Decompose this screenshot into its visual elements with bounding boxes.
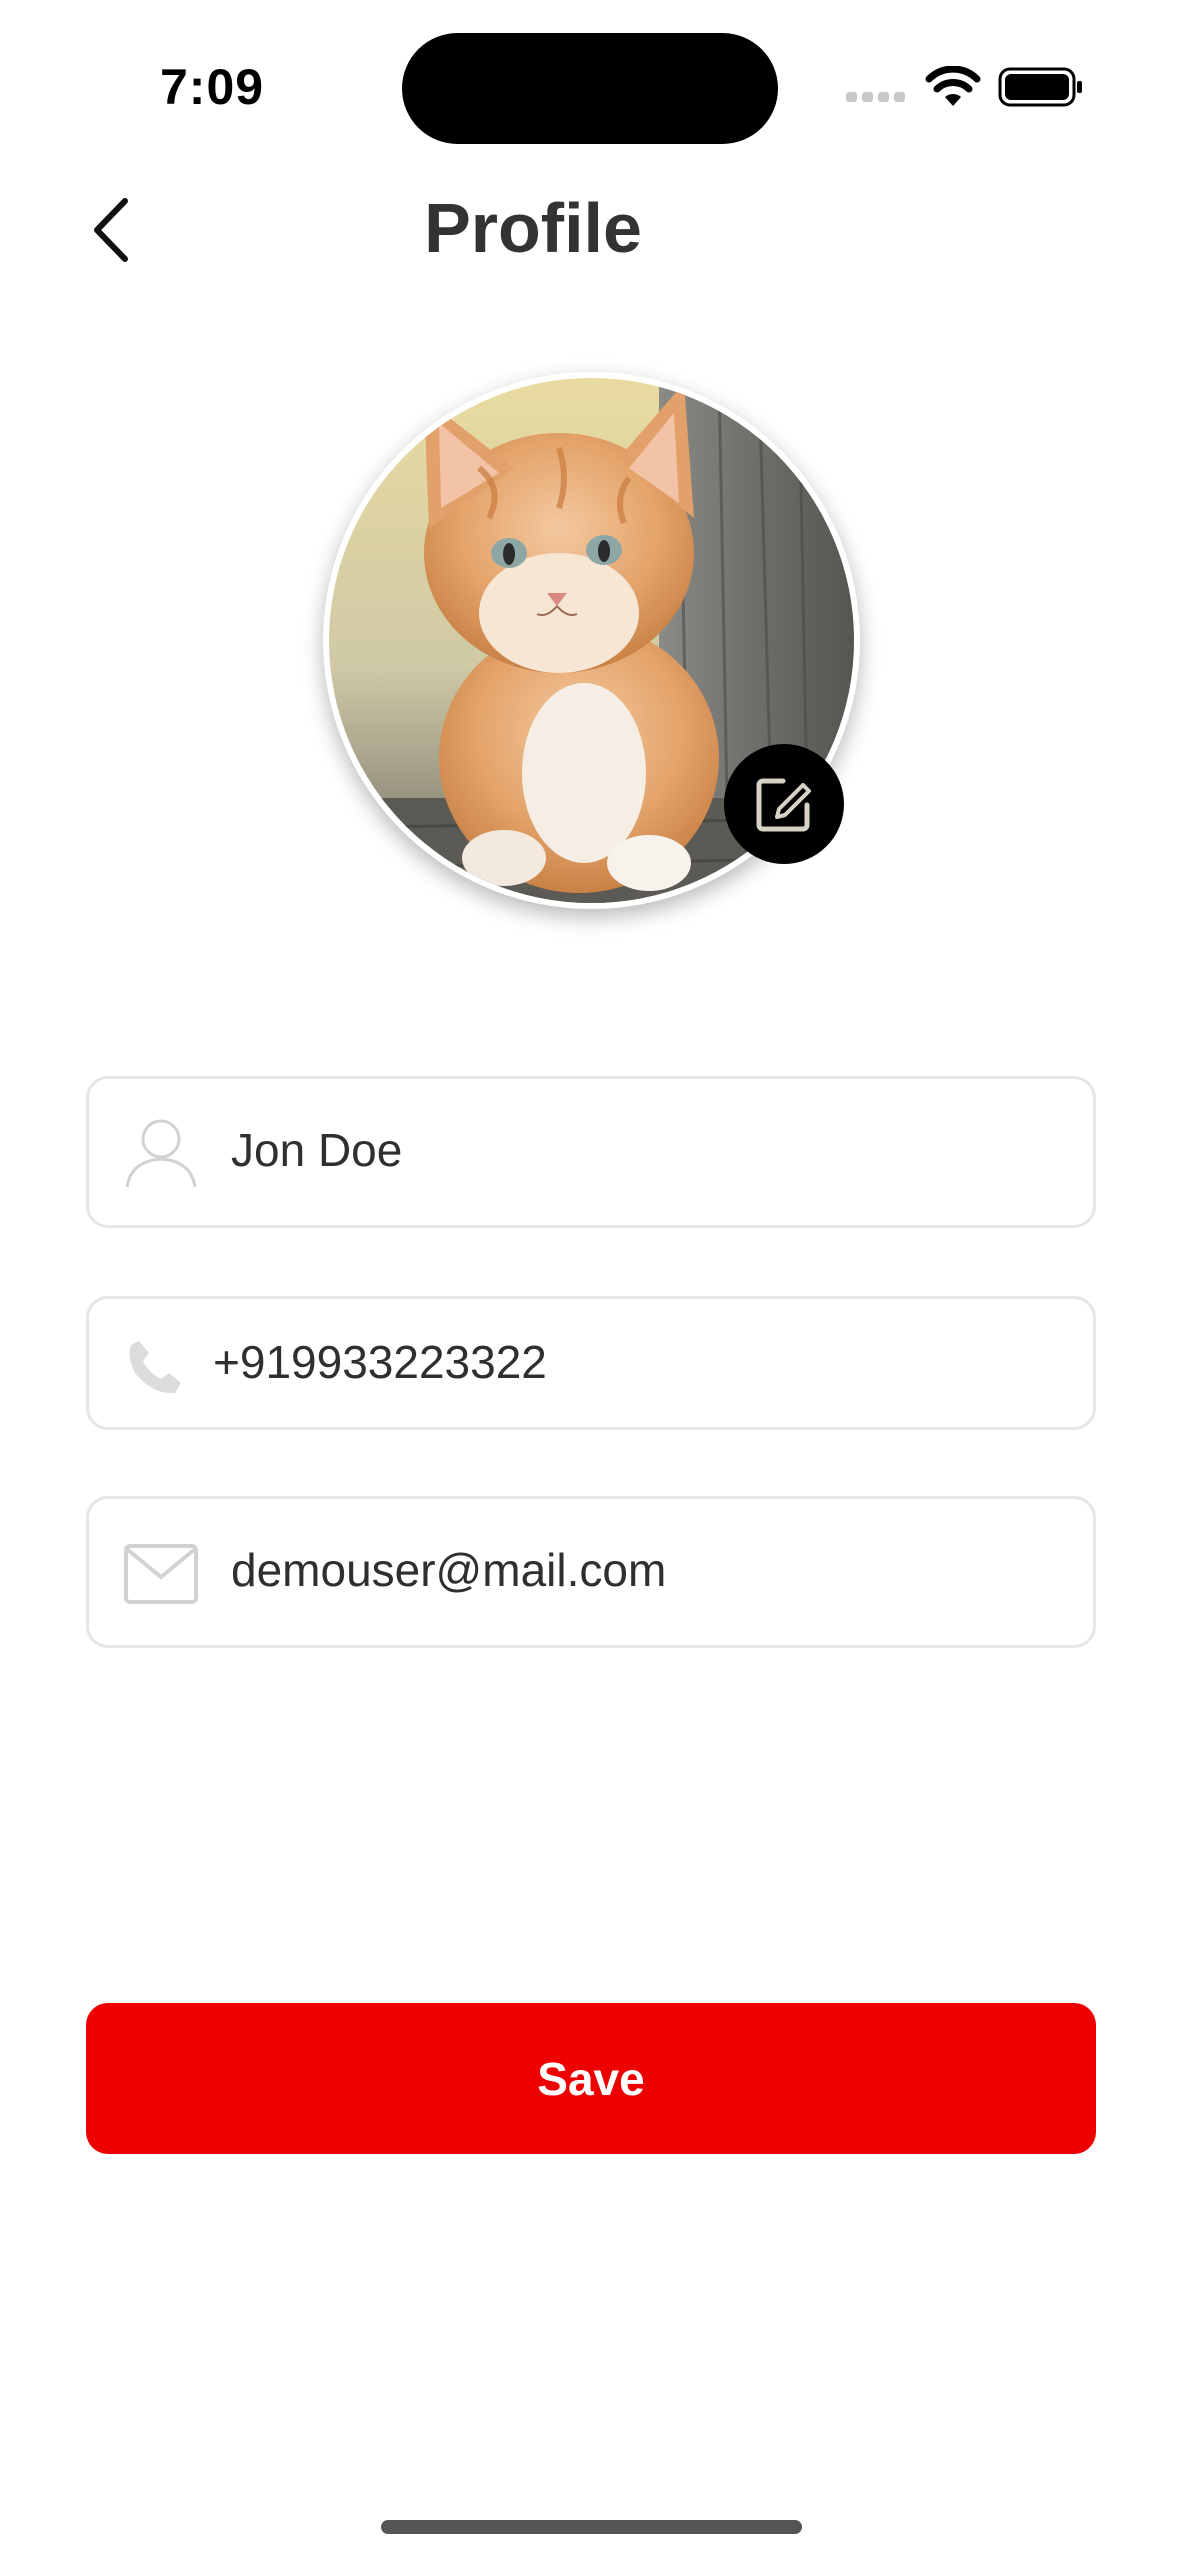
dynamic-island xyxy=(402,33,778,144)
phone-icon xyxy=(129,1341,181,1394)
home-indicator[interactable] xyxy=(381,2520,802,2534)
phone-field[interactable] xyxy=(86,1296,1096,1430)
wifi-icon xyxy=(925,66,981,106)
save-button[interactable]: Save xyxy=(86,2003,1096,2154)
mail-icon xyxy=(124,1544,198,1604)
cellular-signal-icon xyxy=(846,92,905,102)
person-icon xyxy=(125,1119,197,1188)
profile-screen: 7:09 Profile Jon Doe +919933223322 demou… xyxy=(0,0,1179,2556)
name-field[interactable] xyxy=(86,1076,1096,1228)
page-title: Profile xyxy=(424,189,642,267)
edit-square-icon xyxy=(756,778,811,832)
email-field[interactable] xyxy=(86,1496,1096,1648)
name-input[interactable] xyxy=(231,1123,1011,1177)
battery-icon xyxy=(998,67,1082,107)
status-time: 7:09 xyxy=(160,59,265,115)
email-input[interactable] xyxy=(231,1543,1011,1597)
edit-avatar-button[interactable] xyxy=(724,744,844,864)
phone-input[interactable] xyxy=(213,1335,993,1389)
